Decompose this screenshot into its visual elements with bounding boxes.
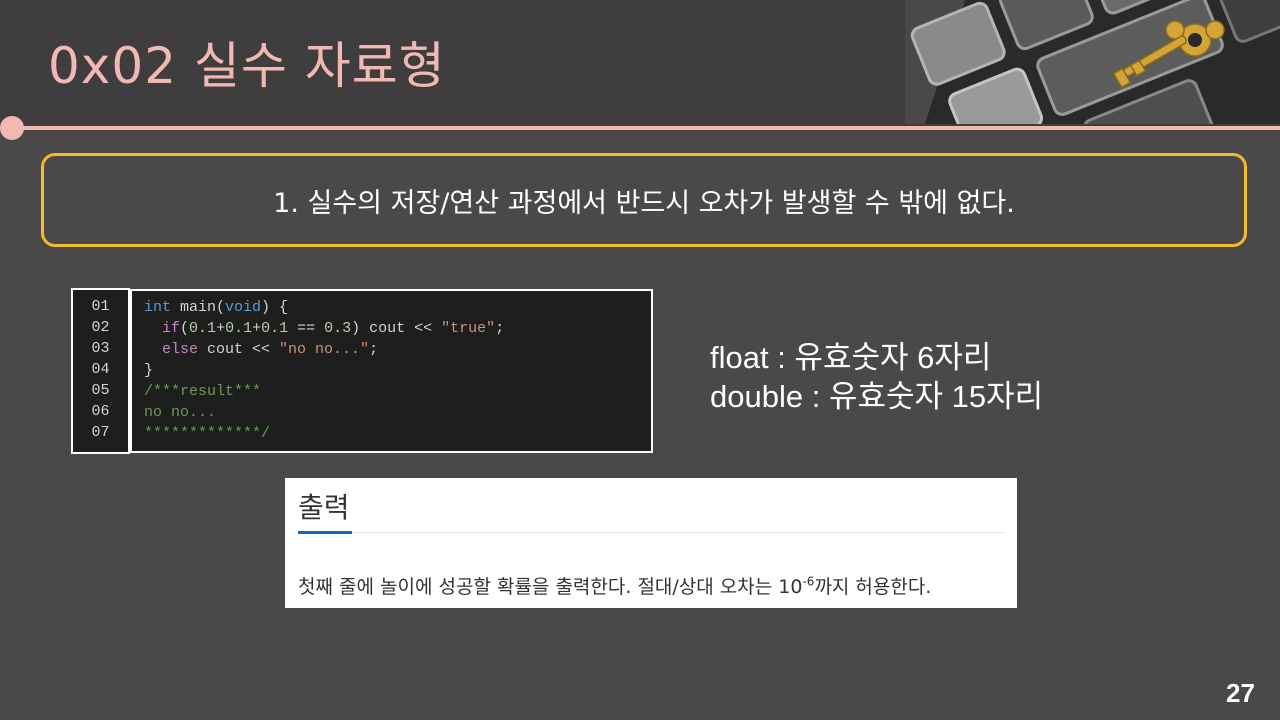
code-token: no no... [144,404,217,421]
output-text-before: 첫째 줄에 놀이에 성공할 확률을 출력한다. 절대/상대 오차는 10 [298,576,803,598]
code-line-numbers: 01 02 03 04 05 06 07 [71,288,130,454]
code-token: /***result*** [144,383,262,400]
float-precision-note: float : 유효숫자 6자리 [710,340,992,375]
slide-title: 0x02 실수 자료형 [48,37,446,95]
code-line: no no... [144,402,651,423]
output-exponent: -6 [802,574,815,589]
code-line: else cout << "no no..."; [144,339,651,360]
keyboard-key-image [905,0,1280,124]
code-token: else [162,341,199,358]
output-description: 첫째 줄에 놀이에 성공할 확률을 출력한다. 절대/상대 오차는 10-6까지… [298,572,931,599]
code-line: /***result*** [144,381,651,402]
code-token: ( [180,320,190,337]
code-line: int main(void) { [144,297,651,318]
code-token: 0.3 [324,320,352,337]
code-token: == [288,320,325,337]
code-token: "no no..." [279,341,370,358]
code-token: 0.1 [225,320,253,337]
code-token: cout << [198,341,280,358]
code-token: + [216,320,226,337]
double-precision-note: double : 유효숫자 15자리 [710,379,1044,414]
line-number: 03 [91,340,110,357]
code-token: ) { [261,299,289,316]
code-line: *************/ [144,423,651,444]
line-number: 06 [91,403,110,420]
code-block: int main(void) { if(0.1+0.1+0.1 == 0.3) … [130,289,653,453]
line-number: 01 [91,298,110,315]
code-token: void [225,299,262,316]
callout-text: 1. 실수의 저장/연산 과정에서 반드시 오차가 발생할 수 밖에 없다. [273,187,1015,219]
precision-notes: float : 유효숫자 6자리 double : 유효숫자 15자리 [710,338,1043,416]
line-number: 05 [91,382,110,399]
output-heading: 출력 [298,491,350,524]
code-token: + [252,320,262,337]
code-token: *************/ [144,425,271,442]
code-token: if [162,320,181,337]
title-divider-dot [0,116,24,140]
code-token: main( [171,299,226,316]
line-number: 02 [91,319,110,336]
output-heading-underline [298,531,352,534]
code-line: if(0.1+0.1+0.1 == 0.3) cout << "true"; [144,318,651,339]
key-point-callout: 1. 실수의 저장/연산 과정에서 반드시 오차가 발생할 수 밖에 없다. [41,153,1247,247]
output-text-after: 까지 허용한다. [814,576,932,598]
output-spec-panel: 출력 첫째 줄에 놀이에 성공할 확률을 출력한다. 절대/상대 오차는 10-… [285,478,1017,608]
page-number: 27 [1226,678,1255,708]
code-token: "true" [441,320,496,337]
code-token: ; [495,320,505,337]
code-line: } [144,360,651,381]
code-token: ; [369,341,379,358]
code-token: int [144,299,172,316]
code-token: ) cout << [351,320,442,337]
output-divider [298,532,1004,533]
code-token: 0.1 [189,320,217,337]
title-divider [10,126,1280,130]
code-token: 0.1 [261,320,289,337]
line-number: 04 [91,361,110,378]
line-number: 07 [91,424,110,441]
code-token: } [144,362,154,379]
